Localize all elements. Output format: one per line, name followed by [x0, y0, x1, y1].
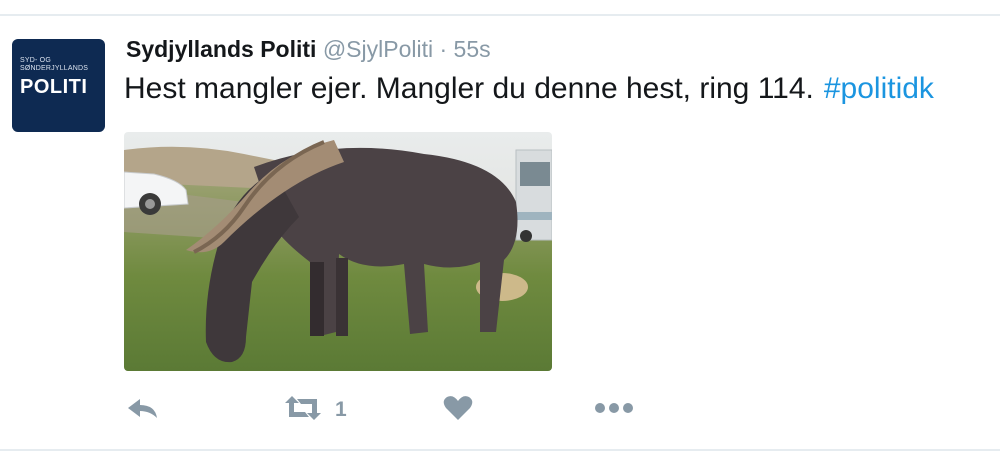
avatar-text-line1: SYD- OG	[20, 57, 51, 64]
reply-icon	[126, 396, 160, 425]
tweet-text: Hest mangler ejer. Mangler du denne hest…	[124, 72, 934, 106]
tweet-photo[interactable]	[124, 132, 552, 371]
top-divider	[0, 14, 1000, 16]
user-handle[interactable]: @SjylPoliti	[323, 36, 433, 62]
tweet-body: Hest mangler ejer. Mangler du denne hest…	[124, 72, 814, 105]
timestamp[interactable]: 55s	[454, 36, 491, 62]
reply-button[interactable]	[126, 392, 160, 428]
more-dots-icon	[594, 401, 634, 419]
heart-icon	[443, 395, 473, 426]
retweet-button[interactable]: 1	[283, 392, 347, 428]
retweet-icon	[283, 395, 323, 426]
retweet-count: 1	[335, 398, 347, 421]
separator-dot: ·	[439, 36, 448, 62]
bottom-divider	[0, 449, 1000, 451]
avatar-text-line3: POLITI	[20, 76, 88, 98]
tweet-header: Sydjyllands Politi @SjylPoliti · 55s	[126, 36, 491, 63]
hashtag-link[interactable]: #politidk	[824, 72, 934, 105]
avatar-text-line2: SØNDERJYLLANDS	[20, 65, 89, 72]
like-button[interactable]	[443, 392, 473, 428]
tweet-actions: 1	[0, 392, 1000, 432]
more-button[interactable]	[594, 392, 634, 428]
display-name[interactable]: Sydjyllands Politi	[126, 36, 316, 62]
avatar[interactable]: SYD- OG SØNDERJYLLANDS POLITI	[12, 39, 105, 132]
horse-photo-icon	[124, 132, 552, 371]
